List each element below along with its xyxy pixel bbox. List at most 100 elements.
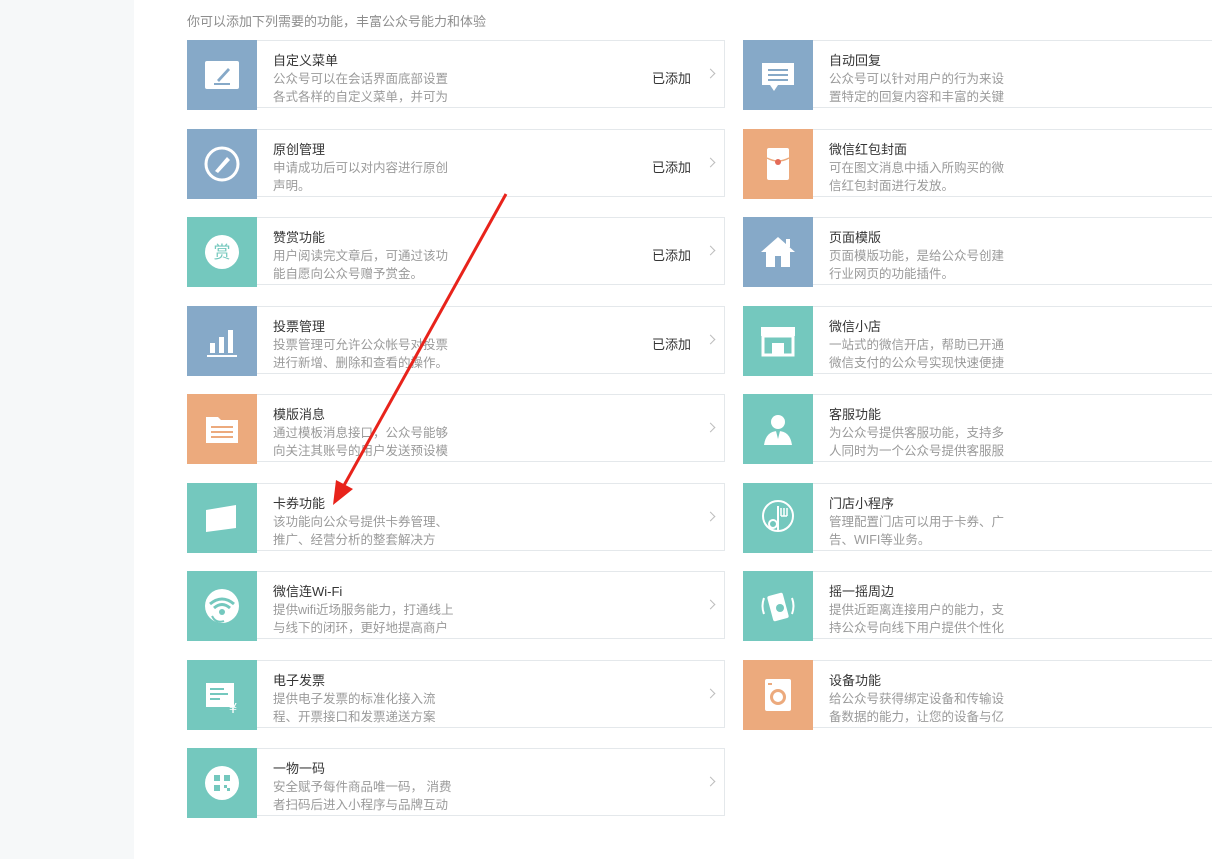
feature-card[interactable]: 页面模版页面模版功能，是给公众号创建 行业网页的功能插件。 bbox=[743, 217, 1212, 287]
feature-icon-tile bbox=[743, 217, 813, 287]
feature-description-line: 投票管理可允许公众帐号对投票 bbox=[273, 338, 449, 352]
feature-description-line: 可在图文消息中插入所购买的微 bbox=[829, 161, 1005, 175]
feature-title: 一物一码 bbox=[273, 761, 326, 776]
feature-title: 微信连Wi-Fi bbox=[273, 584, 343, 599]
feature-description-line: 行业网页的功能插件。 bbox=[829, 267, 955, 281]
feature-description-line: 提供电子发票的标准化接入流 bbox=[273, 692, 436, 706]
feature-description-line: 给公众号获得绑定设备和传输设 bbox=[829, 692, 1005, 706]
feature-description: 该功能向公众号提供卡券管理、 推广、经营分析的整套解决方 bbox=[273, 513, 448, 549]
feature-icon-tile bbox=[187, 571, 257, 641]
house-icon bbox=[761, 237, 795, 267]
feature-card[interactable]: 微信小店一站式的微信开店，帮助已开通 微信支付的公众号实现快速便捷 bbox=[743, 306, 1212, 376]
feature-description-line: 提供近距离连接用户的能力，支 bbox=[829, 603, 1005, 617]
left-sidebar-background bbox=[0, 0, 134, 859]
qr-code-icon bbox=[205, 766, 239, 800]
feature-title: 客服功能 bbox=[829, 407, 882, 422]
feature-card[interactable]: 赏 赞赏功能 用户阅读完文章后，可通过该功 能自愿向公众号赠予赏金。 已添加 bbox=[187, 217, 725, 287]
feature-icon-tile bbox=[187, 748, 257, 818]
feature-description-line: 公众号可以在会话界面底部设置 bbox=[273, 72, 449, 86]
feature-title: 页面模版 bbox=[829, 230, 882, 245]
feature-description-line: 持公众号向线下用户提供个性化 bbox=[829, 621, 1005, 635]
folder-doc-icon bbox=[206, 417, 238, 443]
invoice-icon: ¥ bbox=[206, 683, 237, 715]
feature-description-line: 用户阅读完文章后，可通过该功 bbox=[273, 249, 449, 263]
feature-description: 一站式的微信开店，帮助已开通 微信支付的公众号实现快速便捷 bbox=[829, 336, 1004, 372]
feature-title: 微信小店 bbox=[829, 319, 882, 334]
feature-title: 投票管理 bbox=[273, 319, 326, 334]
washing-machine-icon bbox=[765, 679, 791, 711]
feature-icon-tile bbox=[743, 394, 813, 464]
feature-description: 管理配置门店可以用于卡券、广 告、WIFI等业务。 bbox=[829, 513, 1004, 549]
feature-card[interactable]: 自定义菜单公众号可以在会话界面底部设置 各式各样的自定义菜单，并可为 已添加 bbox=[187, 40, 725, 110]
feature-icon-tile bbox=[743, 571, 813, 641]
feature-description-line: 各式各样的自定义菜单，并可为 bbox=[273, 90, 449, 104]
chevron-right-icon bbox=[705, 422, 716, 433]
chevron-right-icon bbox=[705, 334, 716, 345]
feature-description-line: 一站式的微信开店，帮助已开通 bbox=[829, 338, 1005, 352]
feature-card[interactable]: ¥ 电子发票提供电子发票的标准化接入流 程、开票接口和发票递送方案 bbox=[187, 660, 725, 730]
chevron-right-icon bbox=[705, 599, 716, 610]
feature-description: 可在图文消息中插入所购买的微 信红包封面进行发放。 bbox=[829, 159, 1004, 195]
feature-description: 安全赋予每件商品唯一码， 消费 者扫码后进入小程序与品牌互动 bbox=[273, 778, 452, 814]
feature-icon-tile bbox=[187, 394, 257, 464]
chevron-right-icon bbox=[705, 688, 716, 699]
feature-title: 卡券功能 bbox=[273, 496, 326, 511]
feature-description: 用户阅读完文章后，可通过该功 能自愿向公众号赠予赏金。 bbox=[273, 247, 448, 283]
feature-description-line: 安全赋予每件商品唯一码， 消费 bbox=[273, 780, 452, 794]
feature-description-line: 该功能向公众号提供卡券管理、 bbox=[273, 515, 449, 529]
feature-title: 原创管理 bbox=[273, 142, 326, 157]
feature-icon-tile: 赏 bbox=[187, 217, 257, 287]
feature-title: 模版消息 bbox=[273, 407, 326, 422]
feature-card[interactable]: 一物一码安全赋予每件商品唯一码， 消费 者扫码后进入小程序与品牌互动 bbox=[187, 748, 725, 818]
feature-description-line: 信红包封面进行发放。 bbox=[829, 179, 955, 193]
feature-title: 自定义菜单 bbox=[273, 53, 339, 68]
feature-description: 页面模版功能，是给公众号创建 行业网页的功能插件。 bbox=[829, 247, 1004, 283]
feature-card[interactable]: 微信红包封面 可在图文消息中插入所购买的微 信红包封面进行发放。 bbox=[743, 129, 1212, 199]
feature-card[interactable]: 投票管理 投票管理可允许公众帐号对投票 进行新增、删除和查看的操作。 已添加 bbox=[187, 306, 725, 376]
feature-card[interactable]: 摇一摇周边提供近距离连接用户的能力，支 持公众号向线下用户提供个性化 bbox=[743, 571, 1212, 641]
feature-icon-tile bbox=[743, 129, 813, 199]
store-pin-icon bbox=[762, 500, 794, 532]
feature-title: 电子发票 bbox=[273, 673, 326, 688]
feature-card[interactable]: 原创管理 申请成功后可以对内容进行原创 声明。 已添加 bbox=[187, 129, 725, 199]
feature-description: 为公众号提供客服功能，支持多 人同时为一个公众号提供客服服 bbox=[829, 424, 1004, 460]
feature-description-line: 向关注其账号的用户发送预设模 bbox=[273, 444, 449, 458]
wifi-icon bbox=[205, 589, 239, 623]
feature-description-line: 推广、经营分析的整套解决方 bbox=[273, 533, 436, 547]
message-icon bbox=[762, 63, 794, 91]
feature-description-line: 管理配置门店可以用于卡券、广 bbox=[829, 515, 1005, 529]
shake-phone-icon bbox=[761, 592, 795, 622]
shop-icon bbox=[761, 327, 795, 357]
feature-description-line: 者扫码后进入小程序与品牌互动 bbox=[273, 798, 449, 812]
feature-icon-tile bbox=[187, 306, 257, 376]
feature-card[interactable]: 模版消息通过模板消息接口，公众号能够 向关注其账号的用户发送预设模 bbox=[187, 394, 725, 464]
feature-description-line: 能自愿向公众号赠予赏金。 bbox=[273, 267, 424, 281]
intro-text: 你可以添加下列需要的功能，丰富公众号能力和体验 bbox=[187, 14, 487, 29]
chevron-right-icon bbox=[705, 511, 716, 522]
feature-description-line: 通过模板消息接口，公众号能够 bbox=[273, 426, 449, 440]
added-status: 已添加 bbox=[651, 71, 691, 86]
feature-description: 公众号可以针对用户的行为来设 置特定的回复内容和丰富的关键 bbox=[829, 70, 1004, 106]
feature-description-line: 提供wifi近场服务能力，打通线上 bbox=[273, 603, 454, 617]
feature-title: 门店小程序 bbox=[829, 496, 895, 511]
feature-card[interactable]: 门店小程序管理配置门店可以用于卡券、广 告、WIFI等业务。 bbox=[743, 483, 1212, 553]
feature-icon-tile bbox=[743, 306, 813, 376]
feature-card[interactable]: 微信连Wi-Fi 提供wifi近场服务能力，打通线上 与线下的闭环，更好地提高商户 bbox=[187, 571, 725, 641]
added-status: 已添加 bbox=[651, 160, 691, 175]
feature-title: 设备功能 bbox=[829, 673, 882, 688]
svg-text:赏: 赏 bbox=[214, 243, 231, 263]
feature-title: 摇一摇周边 bbox=[829, 584, 895, 599]
feature-card[interactable]: 客服功能为公众号提供客服功能，支持多 人同时为一个公众号提供客服服 bbox=[743, 394, 1212, 464]
chevron-right-icon bbox=[705, 157, 716, 168]
chevron-right-icon bbox=[705, 68, 716, 79]
feature-card[interactable]: 设备功能 给公众号获得绑定设备和传输设 备数据的能力，让您的设备与亿 bbox=[743, 660, 1212, 730]
card-icon bbox=[206, 505, 236, 532]
feature-icon-tile bbox=[743, 483, 813, 553]
reward-icon: 赏 bbox=[205, 235, 239, 269]
feature-description-line: 申请成功后可以对内容进行原创 bbox=[273, 161, 449, 175]
chevron-right-icon bbox=[705, 245, 716, 256]
feature-card[interactable]: 自动回复 公众号可以针对用户的行为来设 置特定的回复内容和丰富的关键 bbox=[743, 40, 1212, 110]
feature-description-line: 告、WIFI等业务。 bbox=[829, 533, 931, 547]
feature-description-line: 程、开票接口和发票递送方案 bbox=[273, 710, 436, 724]
feature-card[interactable]: 卡券功能该功能向公众号提供卡券管理、 推广、经营分析的整套解决方 bbox=[187, 483, 725, 553]
